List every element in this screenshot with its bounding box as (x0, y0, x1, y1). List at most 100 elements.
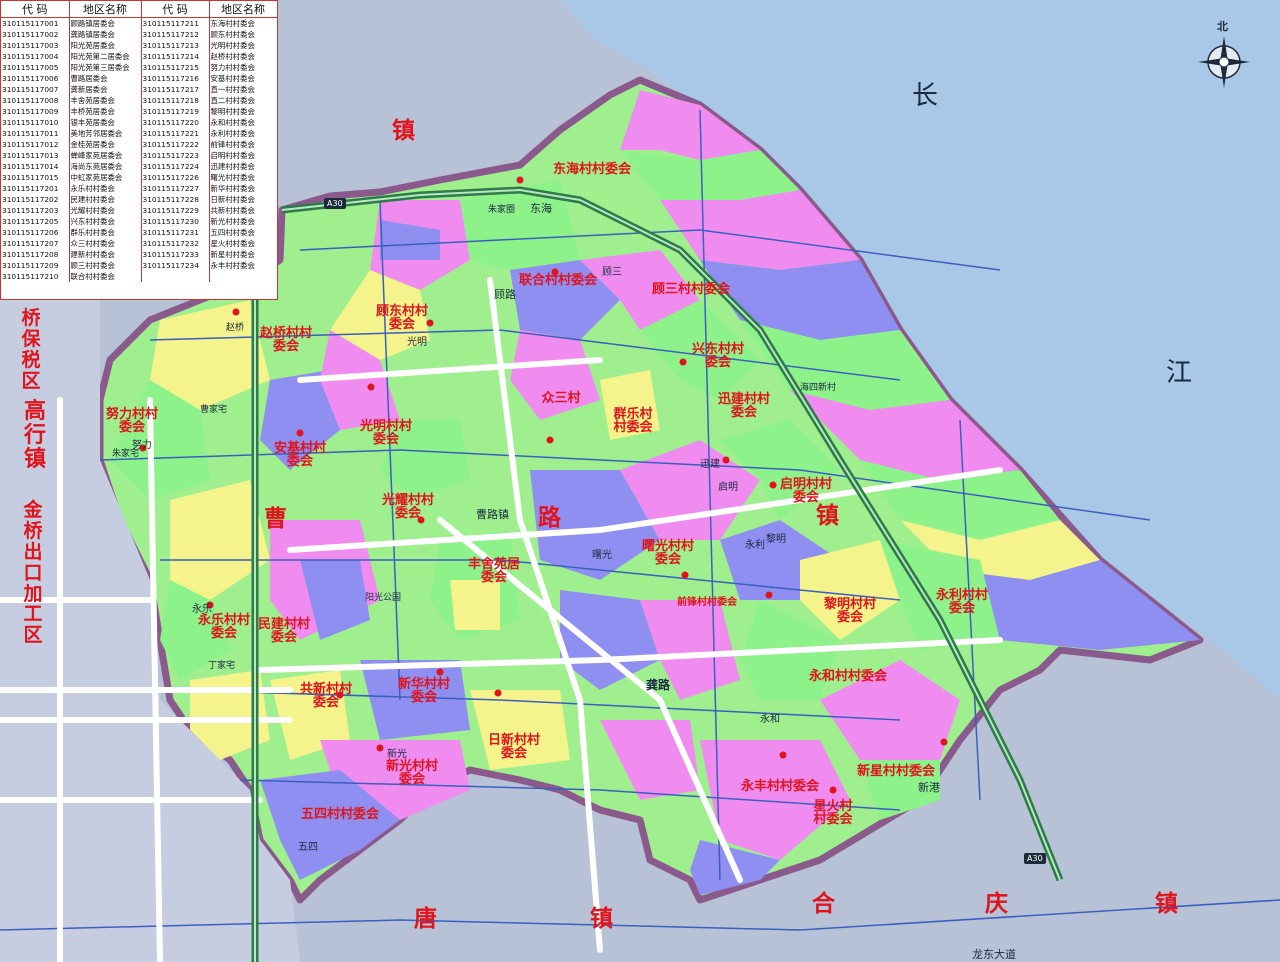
place-label: 龚路 (646, 678, 671, 692)
legend-name-cell: 共新村村委会 (209, 205, 277, 216)
legend-code-cell: 310115117203 (1, 205, 70, 216)
legend-code-cell: 310115117001 (1, 17, 70, 29)
legend-name-cell: 前锋村村委会 (209, 139, 277, 150)
legend-row: 310115117010 银丰苑居委会 310115117220 永和村村委会 (1, 117, 277, 128)
village-label: 共新村村委会 (299, 682, 352, 710)
legend-code-cell: 310115117207 (1, 238, 70, 249)
legend-code-cell: 310115117224 (141, 161, 210, 172)
village-label: 日新村村委会 (487, 733, 540, 761)
legend-name-cell: 迅建村村委会 (209, 161, 277, 172)
legend-name-cell: 丰舍苑居委会 (69, 95, 142, 106)
legend-header-code: 代 码 (1, 1, 70, 18)
legend-name-cell: 众三村村委会 (69, 238, 142, 249)
village-label: 群乐村村委会 (613, 407, 653, 435)
place-label: 东海 (530, 202, 552, 215)
neighbor-label-gaohang: 高行镇 (24, 399, 47, 473)
legend-row: 310115117203 光耀村村委会 310115117229 共新村村委会 (1, 205, 277, 216)
village-label: 启明村村委会 (779, 477, 832, 505)
neighbor-label-tang: 唐 (414, 906, 437, 932)
place-label: 曹路镇 (476, 508, 509, 521)
legend-code-cell: 310115117231 (141, 227, 210, 238)
place-label: 丁家宅 (208, 661, 236, 671)
legend-code-cell: 310115117222 (141, 139, 210, 150)
legend-code-cell: 310115117011 (1, 128, 70, 139)
legend-code-cell: 310115117012 (1, 139, 70, 150)
place-label: 永乐 (192, 604, 212, 615)
neighbor-label-jinqiao: 金桥出口加工区 (23, 499, 43, 647)
legend-name-cell: 黎明村村委会 (209, 106, 277, 117)
village-label: 光明村村委会 (359, 419, 412, 447)
legend-row: 310115117013 蝉峰家苑居委会 310115117223 启明村村委会 (1, 150, 277, 161)
village-label: 东海村村委会 (552, 162, 631, 177)
legend-header-row: 代 码 地区名称 代 码 地区名称 (1, 1, 277, 18)
legend-code-cell: 310115117212 (141, 29, 210, 40)
legend-name-cell: 日新村村委会 (209, 194, 277, 205)
legend-name-cell: 美地芳邻居委会 (69, 128, 142, 139)
village-label: 丰舍苑居委会 (467, 557, 520, 585)
legend-code-cell: 310115117010 (1, 117, 70, 128)
neighbor-label-bonded-zone: 桥保税区 (21, 307, 41, 392)
place-label: 赵桥 (226, 323, 245, 333)
legend-name-cell: 永和村村委会 (209, 117, 277, 128)
legend-row: 310115117002 龚路镇居委会 310115117212 顾东村村委会 (1, 29, 277, 40)
place-label: 迅建 (700, 459, 720, 470)
place-label: 光明 (407, 337, 427, 348)
legend-name-cell: 阳光苑居委会 (69, 40, 142, 51)
neighbor-label-qing: 庆 (985, 891, 1008, 917)
place-label: 曙光 (592, 550, 612, 561)
place-label: 五四 (298, 842, 318, 853)
compass-north-label: 北 (1217, 20, 1228, 33)
legend-name-cell: 联合村村委会 (69, 271, 142, 282)
legend-code-cell: 310115117217 (141, 84, 210, 95)
neighbor-label-north: 镇 (392, 118, 415, 144)
legend-name-cell: 金桂苑居委会 (69, 139, 142, 150)
legend-code-cell: 310115117219 (141, 106, 210, 117)
legend-row: 310115117004 阳光苑第二居委会 310115117214 赵桥村村委会 (1, 51, 277, 62)
legend-name-cell: 龚路镇居委会 (69, 29, 142, 40)
legend-row: 310115117202 民建村村委会 310115117228 日新村村委会 (1, 194, 277, 205)
village-label: 星火村村委会 (813, 799, 853, 827)
legend-body: 310115117001 顾路镇居委会 310115117211 东海村村委会 3101… (1, 17, 277, 282)
legend-code-cell: 310115117202 (1, 194, 70, 205)
legend-name-cell: 建新村村委会 (69, 249, 142, 260)
legend-code-cell: 310115117233 (141, 249, 210, 260)
village-label: 顾三村村委会 (651, 282, 730, 297)
legend-name-cell: 阳光苑第二居委会 (69, 51, 142, 62)
legend-code-cell: 310115117226 (141, 172, 210, 183)
village-label: 曙光村村委会 (641, 539, 694, 567)
legend-code-cell: 310115117220 (141, 117, 210, 128)
legend-name-cell: 顾三村村委会 (69, 260, 142, 271)
legend-code-cell: 310115117211 (141, 17, 210, 29)
legend-name-cell: 五四村村委会 (209, 227, 277, 238)
village-label: 兴东村村委会 (691, 342, 744, 370)
village-label: 顾东村村委会 (375, 304, 428, 332)
legend-name-cell: 丰桥苑居委会 (69, 106, 142, 117)
place-label: 黎明 (766, 534, 786, 545)
legend-row: 310115117007 龚新居委会 310115117217 直一村村委会 (1, 84, 277, 95)
river-label-jiang: 江 (1166, 358, 1193, 388)
legend-code-cell: 310115117003 (1, 40, 70, 51)
place-label: 永利 (745, 540, 765, 551)
village-label: 联合村村委会 (518, 273, 597, 288)
legend-code-cell: 310115117004 (1, 51, 70, 62)
place-label: 朱家圈 (488, 205, 516, 215)
town-label-cao: 曹 (264, 506, 287, 532)
legend-name-cell: 海尚东苑居委会 (69, 161, 142, 172)
a30-shield-south: A30 (1024, 853, 1046, 864)
legend-name-cell: 安基村村委会 (209, 73, 277, 84)
legend-code-cell: 310115117210 (1, 271, 70, 282)
legend-code-cell: 310115117223 (141, 150, 210, 161)
town-label-lu: 路 (538, 505, 561, 531)
river-label-chang: 长 (912, 81, 939, 111)
legend-code-cell: 310115117234 (141, 260, 210, 271)
legend-code-cell: 310115117232 (141, 238, 210, 249)
legend-name-cell: 光耀村村委会 (69, 205, 142, 216)
legend-name-cell: 龚新居委会 (69, 84, 142, 95)
village-label: 新星村村委会 (856, 764, 935, 779)
village-label: 努力村村委会 (105, 407, 158, 435)
legend-code-cell: 310115117201 (1, 183, 70, 194)
legend-row: 310115117205 兴东村村委会 310115117230 新光村村委会 (1, 216, 277, 227)
legend-name-cell: 阳光苑第三居委会 (69, 62, 142, 73)
neighbor-label-he: 合 (812, 891, 835, 917)
legend-row: 310115117011 美地芳邻居委会 310115117221 永利村村委会 (1, 128, 277, 139)
